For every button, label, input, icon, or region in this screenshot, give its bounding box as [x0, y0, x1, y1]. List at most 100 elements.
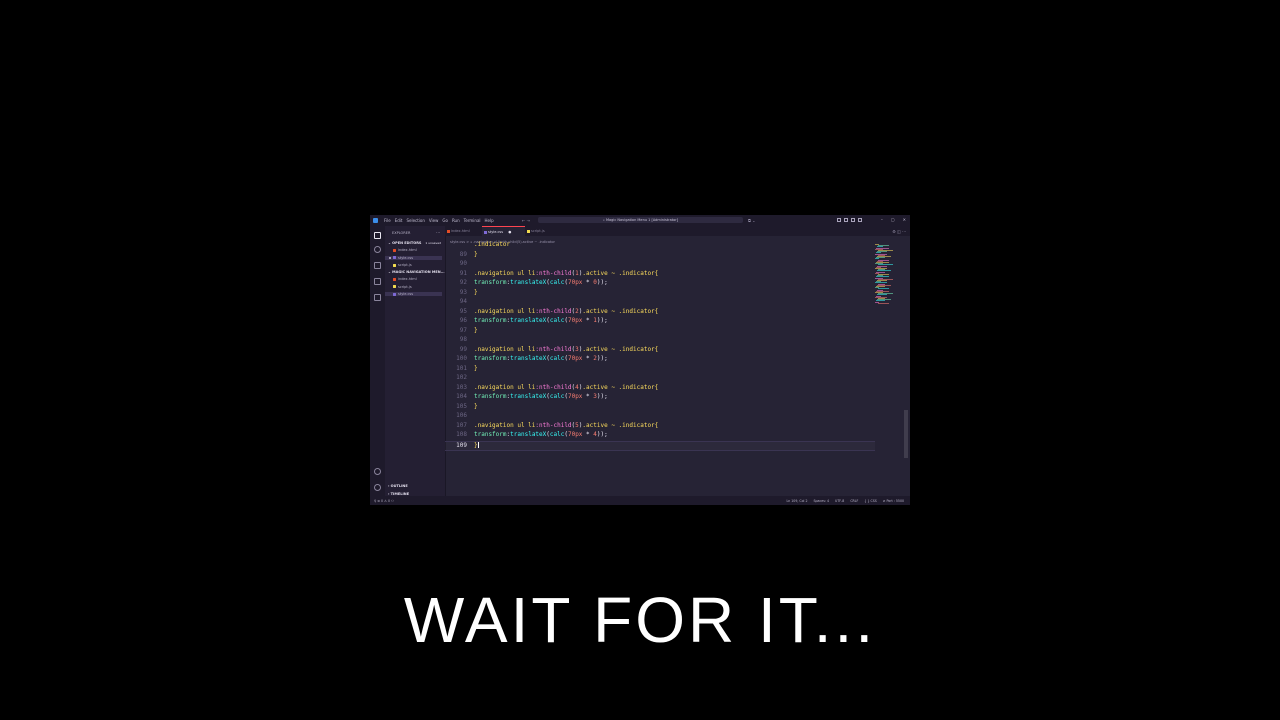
code-line: 104 transform:translateX(calc(70px * 3));: [445, 393, 875, 401]
tab-label: style.css: [488, 230, 504, 234]
code-token: calc: [549, 355, 565, 362]
minimize-button[interactable]: –: [881, 217, 883, 222]
status-cursor-position[interactable]: Ln 109, Col 2: [786, 499, 807, 503]
line-number: 100: [456, 355, 467, 362]
code-token: }: [474, 402, 478, 410]
modified-dot-icon: [389, 256, 391, 259]
tab-style-css[interactable]: style.css ●: [482, 226, 525, 236]
activity-bar: [370, 226, 385, 496]
customize-layout-icon[interactable]: [858, 218, 862, 222]
tab-index-html[interactable]: index.html: [445, 226, 482, 236]
line-text: .navigation ul li:nth-child(4).active ~ …: [474, 384, 658, 392]
file-type-icon: [447, 229, 450, 233]
code-token: }: [474, 288, 478, 296]
code-token: .navigation ul li: [474, 269, 536, 277]
search-icon[interactable]: [374, 246, 381, 253]
status-encoding[interactable]: UTF-8: [835, 499, 844, 503]
code-token: .navigation ul li: [474, 383, 536, 391]
file-name: script.js: [398, 284, 412, 289]
extensions-icon[interactable]: [374, 294, 381, 301]
open-editor-item[interactable]: style.css: [385, 255, 442, 260]
tab-script-js[interactable]: script.js: [525, 226, 555, 236]
menu-go[interactable]: Go: [442, 218, 448, 223]
folder-header[interactable]: ⌄ MAGIC NAVIGATION MEN...: [388, 270, 445, 274]
open-editor-item[interactable]: index.html: [393, 248, 417, 252]
toggle-panel-icon[interactable]: [844, 218, 848, 222]
line-number: 93: [459, 288, 467, 296]
minimap-line: [878, 302, 889, 304]
file-name: index.html: [398, 277, 417, 281]
explorer-icon[interactable]: [374, 232, 381, 239]
status-problems[interactable]: ⚲ ⊗ 0 ⚠ 0 ⚇: [374, 499, 394, 503]
code-token: {: [654, 421, 659, 429]
code-line: 98: [445, 336, 875, 344]
explorer-file-item[interactable]: index.html: [393, 277, 417, 281]
outline-header[interactable]: › OUTLINE: [388, 484, 408, 488]
line-number: 105: [456, 402, 467, 410]
code-token: calc: [549, 431, 565, 438]
menu-selection[interactable]: Selection: [406, 218, 424, 223]
toggle-primary-sidebar-icon[interactable]: [837, 218, 841, 222]
minimap[interactable]: [875, 244, 895, 304]
gear-icon[interactable]: [374, 484, 381, 491]
line-text: }: [474, 327, 478, 335]
menu-edit[interactable]: Edit: [395, 218, 403, 223]
code-token: }: [474, 250, 478, 258]
menu-view[interactable]: View: [429, 218, 439, 223]
menu-file[interactable]: File: [384, 218, 391, 223]
code-token: .navigation ul li: [474, 421, 536, 429]
line-number: 94: [459, 298, 467, 305]
source-control-icon[interactable]: [374, 262, 381, 269]
line-number: 99: [459, 345, 467, 353]
line-number: 91: [459, 269, 467, 277]
editor-actions-icon[interactable]: ⚙ ◫ ···: [892, 229, 906, 234]
code-token: calc: [549, 279, 565, 286]
toggle-secondary-sidebar-icon[interactable]: [851, 218, 855, 222]
status-live-server[interactable]: ⊘ Port : 5500: [883, 499, 904, 503]
explorer-file-item[interactable]: style.css: [385, 292, 442, 296]
unsaved-dot-icon[interactable]: ●: [507, 230, 511, 234]
code-line: 97}: [445, 327, 875, 335]
status-eol[interactable]: CRLF: [850, 499, 858, 503]
code-token: *: [582, 279, 594, 286]
explorer-file-item[interactable]: script.js: [393, 285, 412, 289]
video-caption: WAIT FOR IT...: [403, 584, 877, 656]
menu-run[interactable]: Run: [452, 218, 460, 223]
code-token: calc: [549, 317, 565, 324]
menu-help[interactable]: Help: [485, 218, 494, 223]
file-type-icon: [393, 248, 396, 252]
run-debug-icon[interactable]: [374, 278, 381, 285]
tab-label: index.html: [451, 229, 470, 233]
line-text: }: [474, 403, 478, 411]
editor-scrollbar[interactable]: [904, 410, 908, 458]
code-token: transform: [474, 393, 507, 400]
close-button[interactable]: ✕: [903, 217, 906, 222]
open-editors-header[interactable]: ⌄ OPEN EDITORS: [388, 241, 421, 245]
code-line: 89}: [445, 251, 875, 259]
copilot-icon[interactable]: ⧉ ⌄: [748, 218, 755, 223]
text-cursor: [477, 442, 479, 448]
file-type-icon: [393, 277, 396, 281]
code-token: }: [474, 364, 478, 372]
line-text: transform:translateX(calc(70px * 3));: [474, 393, 608, 401]
code-editor[interactable]: .indicator 89} 90 91 .navigation ul li:nth-c…: [445, 241, 875, 494]
line-text: .indicator: [474, 241, 510, 249]
status-indentation[interactable]: Spaces: 4: [814, 499, 830, 503]
code-token: 70px: [567, 431, 583, 438]
file-type-icon: [393, 256, 396, 259]
line-number: 102: [456, 374, 467, 381]
maximize-button[interactable]: ▢: [891, 217, 895, 222]
nav-arrows-icon[interactable]: ← →: [522, 218, 530, 223]
status-language[interactable]: { } CSS: [864, 499, 876, 503]
code-token: transform: [474, 355, 507, 362]
vscode-window: File Edit Selection View Go Run Terminal…: [370, 215, 910, 505]
menu-terminal[interactable]: Terminal: [464, 218, 481, 223]
command-center-search[interactable]: ⌕ Magic Navigation Menu 1 [Administrator…: [538, 217, 743, 223]
account-icon[interactable]: [374, 468, 381, 475]
more-actions-icon[interactable]: ···: [436, 230, 440, 235]
code-line: 93}: [445, 289, 875, 297]
code-line: 96 transform:translateX(calc(70px * 1));: [445, 317, 875, 325]
line-number: 108: [456, 431, 467, 438]
open-editor-item[interactable]: script.js: [393, 263, 412, 267]
line-number: 101: [456, 364, 467, 372]
